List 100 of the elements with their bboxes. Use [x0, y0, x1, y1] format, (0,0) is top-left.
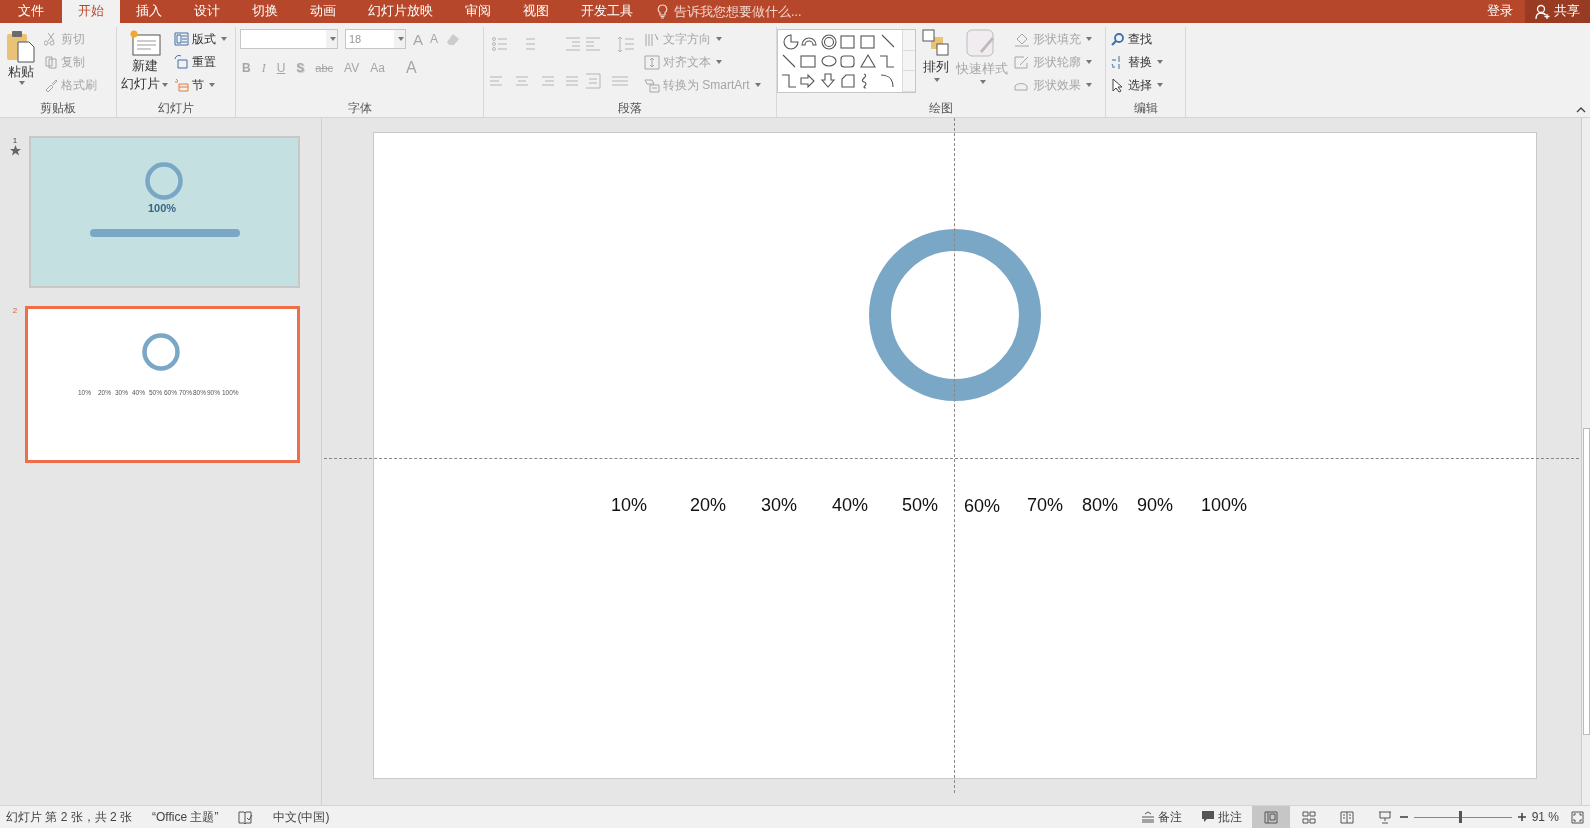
caret-icon — [754, 83, 761, 87]
scrollbar[interactable] — [1581, 118, 1590, 805]
group-label: 绘图 — [928, 101, 954, 117]
shape-gallery[interactable] — [777, 29, 916, 93]
notes-icon — [1141, 811, 1154, 823]
comment-icon — [1201, 811, 1214, 823]
caret-icon — [19, 81, 25, 85]
slide-thumbnail[interactable]: 100% — [29, 136, 300, 288]
align-text-icon — [644, 54, 660, 70]
caret-icon — [934, 78, 940, 82]
ribbon-tab[interactable]: 设计 — [178, 0, 236, 23]
brush-icon — [44, 78, 58, 92]
zoom-level-text[interactable]: 91 % — [1531, 810, 1559, 824]
new-slide-button[interactable]: 新建 幻灯片 — [121, 29, 168, 93]
theme-name-text: “Office 主题” — [152, 808, 219, 826]
percent-label: 90% — [1137, 495, 1174, 516]
collapse-ribbon-icon[interactable] — [1576, 106, 1586, 113]
cursor-icon — [1110, 77, 1125, 93]
ribbon-tab[interactable]: 视图 — [507, 0, 565, 23]
caret-icon — [397, 37, 404, 41]
ring-drawing — [141, 332, 181, 372]
ribbon-tab[interactable]: 审阅 — [449, 0, 507, 23]
new-slide-icon — [128, 29, 161, 57]
zoom-slider-thumb[interactable] — [1458, 811, 1462, 823]
person-add-icon — [1535, 3, 1551, 20]
group-label: 幻灯片 — [157, 101, 195, 117]
language-text[interactable]: 中文(中国) — [273, 808, 330, 826]
editing-command[interactable]: 查找 — [1110, 29, 1163, 49]
percent-label: 20% — [690, 495, 727, 516]
group-label: 段落 — [617, 101, 643, 117]
slide-number: 1 — [12, 136, 18, 145]
group-label: 剪贴板 — [39, 101, 77, 117]
tell-me-field[interactable]: 告诉我您想要做什么... — [672, 3, 846, 20]
percent-label: 50% — [902, 495, 939, 516]
caret-icon — [1157, 83, 1163, 87]
caret-icon — [1086, 37, 1092, 41]
ribbon-tab[interactable]: 动画 — [294, 0, 352, 23]
caret-icon — [1086, 83, 1092, 87]
zoom-in-icon[interactable] — [1517, 813, 1526, 821]
arrange-icon — [922, 29, 950, 57]
spellcheck-icon[interactable] — [238, 810, 254, 824]
clipboard-icon — [6, 29, 36, 63]
normal-view-icon — [1263, 810, 1278, 824]
notes-button[interactable]: 备注 — [1141, 808, 1182, 826]
slide-number: 2 — [12, 306, 18, 315]
section-icon — [174, 78, 189, 92]
caret-icon — [209, 83, 215, 87]
eraser-icon — [445, 32, 462, 46]
smartart-icon — [644, 77, 660, 93]
ribbon-tab[interactable]: 切换 — [236, 0, 294, 23]
book-icon — [1339, 810, 1354, 824]
caret-icon — [980, 80, 986, 84]
percent-label: 80% — [1082, 495, 1119, 516]
reset-icon — [174, 55, 189, 69]
ribbon-tab[interactable]: 幻灯片放映 — [352, 0, 449, 23]
scissors-icon — [44, 32, 58, 46]
slide-command[interactable]: 版式 — [174, 29, 227, 49]
text-direction-icon — [644, 31, 660, 47]
editing-command[interactable]: 替换 — [1110, 52, 1163, 72]
view-button[interactable] — [1251, 806, 1290, 828]
percent-label: 10% — [611, 495, 648, 516]
group-label: 编辑 — [1132, 101, 1159, 117]
share-button[interactable]: 共享 — [1525, 0, 1590, 23]
pencil-icon — [1014, 54, 1030, 70]
lightbulb-icon — [657, 4, 668, 19]
ribbon-tab[interactable]: 开发工具 — [565, 0, 649, 23]
grid-view-icon — [1301, 810, 1316, 824]
percent-label: 40% — [832, 495, 869, 516]
caret-icon — [162, 82, 168, 87]
comments-button[interactable]: 批注 — [1201, 808, 1242, 826]
percent-label: 100% — [1201, 495, 1248, 516]
editing-command[interactable]: 选择 — [1110, 75, 1163, 95]
search-icon — [1110, 31, 1125, 47]
projector-icon — [1377, 810, 1392, 824]
percent-label: 70% — [1027, 495, 1064, 516]
font-name-field[interactable] — [240, 29, 338, 49]
ribbon-tab[interactable]: 插入 — [120, 0, 178, 23]
caret-icon — [1157, 60, 1163, 64]
sign-in-link[interactable]: 登录 — [1475, 0, 1525, 23]
zoom-out-icon[interactable] — [1399, 813, 1408, 821]
percent-label: 30% — [761, 495, 798, 516]
caret-icon — [716, 60, 722, 64]
paint-bucket-icon — [1014, 31, 1030, 47]
caret-icon — [1086, 60, 1092, 64]
caret-icon — [716, 37, 722, 41]
slide-command[interactable]: 重置 — [174, 52, 227, 72]
arrange-button[interactable]: 排列 — [922, 29, 950, 82]
caret-icon — [221, 37, 227, 41]
fit-window-icon[interactable] — [1571, 810, 1584, 824]
group-label: 字体 — [346, 101, 373, 117]
copy-icon — [44, 55, 58, 69]
ribbon-tab[interactable]: 开始 — [62, 0, 120, 23]
percent-label: 60% — [964, 496, 1001, 517]
slide-count-text: 幻灯片 第 2 张，共 2 张 — [6, 808, 133, 826]
slide-command[interactable]: 节 — [174, 75, 227, 95]
caret-icon — [329, 37, 336, 41]
ring-drawing — [144, 161, 184, 201]
percent-text: 100% — [148, 202, 177, 214]
paste-button[interactable]: 粘贴 — [4, 29, 38, 85]
ribbon-tab[interactable]: 文件 — [0, 0, 62, 23]
